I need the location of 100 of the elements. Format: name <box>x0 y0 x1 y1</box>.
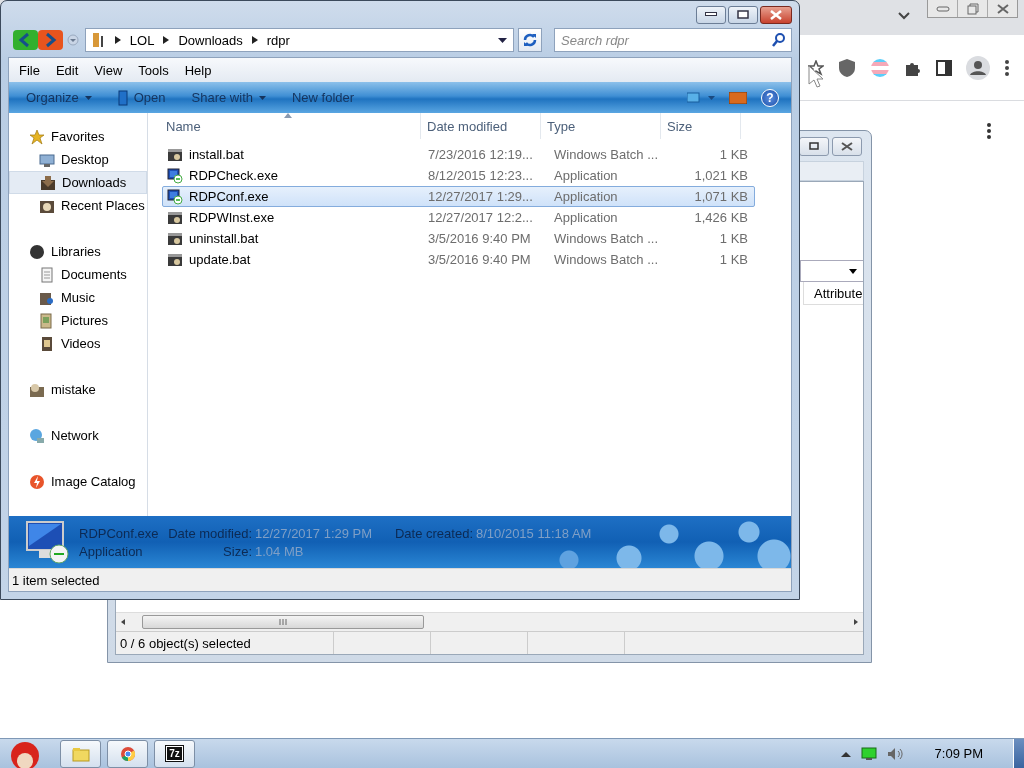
folder-icon <box>71 745 90 762</box>
detail-value: 8/10/2015 11:18 AM <box>476 525 592 541</box>
side-panel-icon[interactable] <box>936 59 952 76</box>
sort-arrow-icon[interactable] <box>284 113 292 118</box>
folder-icon <box>91 32 106 48</box>
maximize-button[interactable] <box>799 136 829 156</box>
chevron-right-icon[interactable] <box>163 36 170 44</box>
monitor-icon <box>167 188 183 205</box>
menu-item[interactable]: Help <box>176 62 220 78</box>
breadcrumb[interactable]: rdpr <box>266 32 290 48</box>
menu-item[interactable]: Edit <box>47 62 87 78</box>
chevron-right-icon[interactable] <box>251 36 258 44</box>
menu-item[interactable]: Tools <box>130 62 177 78</box>
menu-item[interactable]: File <box>11 62 48 78</box>
maximize-button[interactable] <box>728 5 758 24</box>
sidebar-item[interactable]: Libraries <box>9 240 147 263</box>
browser-app-button[interactable] <box>107 739 148 768</box>
menu-icon[interactable] <box>986 122 992 140</box>
star-icon[interactable] <box>808 59 824 76</box>
search-icon[interactable] <box>772 33 786 47</box>
column-header[interactable]: Size <box>661 113 741 139</box>
refresh-button[interactable] <box>518 28 542 52</box>
sidebar-item[interactable]: mistake <box>9 378 147 401</box>
show-desktop-button[interactable] <box>1013 739 1024 768</box>
table-cell-text: 1 KB <box>718 231 749 246</box>
back-button[interactable] <box>13 30 38 50</box>
search-field[interactable]: Search rdpr <box>554 28 792 52</box>
file-name: RDPCheck.exe <box>189 168 278 183</box>
file-row[interactable]: RDPConf.exe 12/27/2017 1:29... Application 1,071 KB <box>162 186 755 207</box>
cursor-icon <box>808 65 824 89</box>
sidebar-item[interactable]: Image Catalog <box>9 470 147 493</box>
network-icon <box>29 427 45 444</box>
dropdown-arrow-icon[interactable] <box>498 37 508 43</box>
sidebar-item[interactable]: Documents <box>9 263 147 286</box>
file-name: RDPConf.exe <box>79 525 160 541</box>
forward-button[interactable] <box>38 30 63 50</box>
file-row[interactable]: RDPWInst.exe 12/27/2017 12:2... Application 1,426 KB <box>162 207 755 228</box>
file-row[interactable]: update.bat 3/5/2016 9:40 PM Windows Batch ... 1 KB <box>162 249 755 270</box>
star-icon <box>29 128 45 145</box>
table-cell-text: 1,021 KB <box>693 168 749 183</box>
file-icon <box>167 146 183 163</box>
table-cell-text: Windows Batch ... <box>553 252 660 267</box>
detail-label: Date created: <box>393 525 474 541</box>
menu-item[interactable]: View <box>86 62 131 78</box>
shield-icon[interactable] <box>838 57 856 78</box>
network-status-icon[interactable] <box>860 746 877 761</box>
breadcrumb[interactable]: Downloads <box>178 32 243 48</box>
menu-icon[interactable] <box>1004 58 1010 77</box>
detail-value: 12/27/2017 1:29 PM <box>255 525 374 541</box>
archiver-app-button[interactable]: 7z <box>154 739 195 768</box>
column-header[interactable]: Attribute <box>803 282 863 305</box>
scrollbar-thumb[interactable] <box>142 615 424 629</box>
file-name: RDPConf.exe <box>189 189 269 204</box>
help-button[interactable]: ? <box>761 88 779 107</box>
sidebar-item[interactable]: Music <box>9 286 147 309</box>
column-header[interactable]: Date modified <box>421 113 541 139</box>
table-cell-text: Application <box>553 168 619 183</box>
refresh-icon <box>522 32 539 48</box>
sidebar-item[interactable]: Recent Places <box>9 194 147 217</box>
dropdown-arrow-icon <box>849 268 857 274</box>
table-cell-text: Application <box>553 189 619 204</box>
sidebar-item[interactable]: Downloads <box>9 171 147 194</box>
sidebar-item[interactable]: Favorites <box>9 125 147 148</box>
chevron-down-icon[interactable] <box>897 11 911 21</box>
breadcrumb[interactable]: LOL <box>129 32 155 48</box>
file-icon <box>167 251 183 268</box>
status-text: 0 / 6 object(s) selected <box>116 632 334 654</box>
chevron-right-icon[interactable] <box>114 36 121 44</box>
door-icon <box>117 89 128 106</box>
history-dropdown-icon[interactable] <box>67 34 79 46</box>
close-button[interactable] <box>760 5 792 24</box>
folder-app-button[interactable] <box>60 739 101 768</box>
sidebar-item[interactable]: Desktop <box>9 148 147 171</box>
volume-icon[interactable] <box>886 746 905 761</box>
file-row[interactable]: install.bat 7/23/2016 12:19... Windows Batch ... 1 KB <box>162 144 755 165</box>
minimize-button[interactable] <box>696 5 726 24</box>
show-hidden-icons-icon[interactable] <box>840 750 851 757</box>
file-row[interactable]: uninstall.bat 3/5/2016 9:40 PM Windows Batch ... 1 KB <box>162 228 755 249</box>
status-text: 1 item selected <box>12 572 100 588</box>
view-options-icon[interactable] <box>687 91 715 104</box>
table-cell-text: 1,071 KB <box>693 189 749 204</box>
table-cell-text: 7/23/2016 12:19... <box>427 147 534 162</box>
clock[interactable]: 7:09 PM <box>934 746 983 761</box>
table-cell-text: 1 KB <box>718 147 749 162</box>
library-icon <box>29 243 45 260</box>
sidebar-item[interactable]: Pictures <box>9 309 147 332</box>
close-icon <box>996 3 1009 14</box>
picture-icon <box>39 312 55 329</box>
sidebar-item[interactable]: Network <box>9 424 147 447</box>
user-icon <box>29 381 45 398</box>
monitor-icon <box>25 520 69 564</box>
avatar-icon[interactable] <box>966 55 990 80</box>
document-icon <box>39 266 55 283</box>
sidebar-item[interactable]: Videos <box>9 332 147 355</box>
detail-value: 1.04 MB <box>255 543 305 559</box>
address-bar[interactable]: LOL Downloads rdpr <box>84 28 515 52</box>
file-row[interactable]: RDPCheck.exe 8/12/2015 12:23... Application 1,021 KB <box>162 165 755 186</box>
close-button[interactable] <box>832 136 862 156</box>
video-icon <box>39 335 55 352</box>
column-header[interactable]: Type <box>541 113 661 139</box>
